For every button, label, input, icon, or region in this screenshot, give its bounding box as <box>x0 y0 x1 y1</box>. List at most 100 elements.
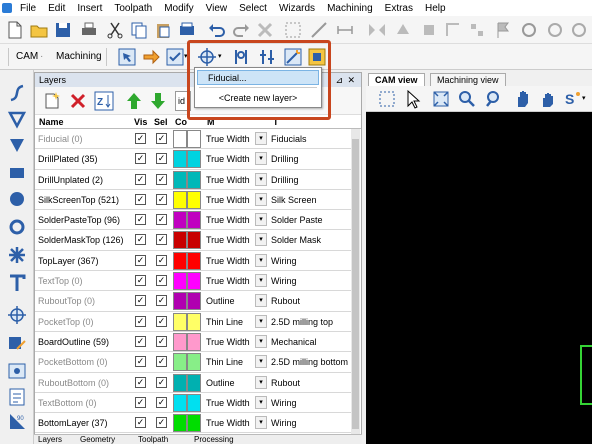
menu-item-create-new-layer[interactable]: <Create new layer> <box>197 91 319 106</box>
layer-type[interactable]: Wiring <box>271 398 297 408</box>
layer-type[interactable]: 2.5D milling top <box>271 317 333 327</box>
mode-dropdown-chevron-icon[interactable]: ▾ <box>255 395 267 409</box>
tab-machining-view[interactable]: Machining view <box>430 73 506 86</box>
col-type[interactable]: T <box>273 117 279 127</box>
grab-hand-icon[interactable] <box>538 88 560 110</box>
mode-dropdown-chevron-icon[interactable]: ▾ <box>255 314 267 328</box>
col-sel[interactable]: Sel <box>154 117 168 127</box>
mode-dropdown-chevron-icon[interactable]: ▾ <box>255 213 267 227</box>
mode-dropdown-chevron-icon[interactable]: ▾ <box>255 253 267 267</box>
col-name[interactable]: Name <box>39 117 64 127</box>
layer-color-swatch[interactable] <box>173 211 187 230</box>
fiducial-chevron-down-icon[interactable]: ▾ <box>218 52 222 60</box>
print-icon[interactable] <box>78 19 100 41</box>
layer-type[interactable]: Wiring <box>271 256 297 266</box>
selectable-checkbox[interactable]: ✓ <box>156 214 167 226</box>
mode-dropdown-chevron-icon[interactable]: ▾ <box>255 233 267 247</box>
layer-row[interactable]: TextBottom (0) ✓ ✓ True Width ▾ Wiring <box>35 393 353 414</box>
layer-type[interactable]: Silk Screen <box>271 195 317 205</box>
wizard-icon[interactable] <box>282 46 304 68</box>
layer-color-swatch-2[interactable] <box>187 190 201 209</box>
layer-color-swatch[interactable] <box>173 393 187 412</box>
rectangle-tool-icon[interactable] <box>6 162 28 184</box>
save-icon[interactable] <box>52 19 74 41</box>
mode-dropdown-chevron-icon[interactable]: ▾ <box>255 172 267 186</box>
visible-checkbox[interactable]: ✓ <box>135 376 146 388</box>
check-tool-icon[interactable] <box>164 46 186 68</box>
menu-help[interactable]: Help <box>419 3 452 14</box>
layer-display-mode[interactable]: True Width <box>206 154 250 164</box>
circle-tool-icon[interactable] <box>6 188 28 210</box>
menu-extras[interactable]: Extras <box>379 3 419 14</box>
rotate-icon[interactable] <box>418 19 440 41</box>
layer-row[interactable]: SolderMaskTop (126) ✓ ✓ True Width ▾ Solder M… <box>35 230 353 251</box>
layer-display-mode[interactable]: Outline <box>206 296 235 306</box>
stop-icon[interactable] <box>544 19 566 41</box>
visible-checkbox[interactable]: ✓ <box>135 234 146 246</box>
redo-icon[interactable] <box>230 19 252 41</box>
chevron-down-icon[interactable]: ▾ <box>184 52 188 60</box>
snap-icon[interactable]: S <box>562 88 584 110</box>
tab-layers[interactable]: Layers <box>38 435 62 444</box>
layer-row[interactable]: PocketTop (0) ✓ ✓ Thin Line ▾ 2.5D milling to… <box>35 312 353 332</box>
selectable-checkbox[interactable]: ✓ <box>156 315 167 327</box>
col-color[interactable]: Co <box>175 117 187 127</box>
layer-color-swatch-2[interactable] <box>187 272 201 291</box>
layers-scrollbar[interactable] <box>351 129 360 443</box>
layer-display-mode[interactable]: True Width <box>206 235 250 245</box>
layer-color-swatch-2[interactable] <box>187 292 201 311</box>
layer-display-mode[interactable]: True Width <box>206 276 250 286</box>
move-down-icon[interactable] <box>147 90 169 112</box>
selectable-checkbox[interactable]: ✓ <box>156 396 167 408</box>
fiducial-crosshair-icon[interactable] <box>196 46 218 68</box>
box-select-icon[interactable] <box>376 88 398 110</box>
scrollbar-thumb[interactable] <box>352 139 359 429</box>
visible-checkbox[interactable]: ✓ <box>135 275 146 287</box>
mode-dropdown-chevron-icon[interactable]: ▾ <box>255 152 267 166</box>
layer-display-mode[interactable]: True Width <box>206 134 250 144</box>
visible-checkbox[interactable]: ✓ <box>135 173 146 185</box>
layer-color-swatch-2[interactable] <box>187 231 201 250</box>
selectable-checkbox[interactable]: ✓ <box>156 193 167 205</box>
selectable-checkbox[interactable]: ✓ <box>156 133 167 144</box>
layer-color-swatch[interactable] <box>173 170 187 189</box>
selectable-checkbox[interactable]: ✓ <box>156 295 167 307</box>
visible-checkbox[interactable]: ✓ <box>135 315 146 327</box>
layer-color-swatch[interactable] <box>173 190 187 209</box>
measure-icon[interactable] <box>334 19 356 41</box>
layer-type[interactable]: 2.5D milling bottom <box>271 357 348 367</box>
layer-color-swatch[interactable] <box>173 150 187 169</box>
selectable-checkbox[interactable]: ✓ <box>156 275 167 287</box>
layer-color-swatch-2[interactable] <box>187 353 201 372</box>
align-icon[interactable] <box>256 46 278 68</box>
layer-settings-icon[interactable] <box>306 46 328 68</box>
layer-type[interactable]: Rubout <box>271 296 300 306</box>
selectable-checkbox[interactable]: ✓ <box>156 234 167 246</box>
fiducial-tool-icon[interactable] <box>6 304 28 326</box>
layer-display-mode[interactable]: True Width <box>206 337 250 347</box>
tab-geometry[interactable]: Geometry <box>80 435 115 444</box>
layer-color-swatch[interactable] <box>173 332 187 351</box>
menu-file[interactable]: File <box>14 3 42 14</box>
layer-type[interactable]: Mechanical <box>271 337 317 347</box>
layer-filter-input[interactable]: id <box>175 91 191 111</box>
flip-icon[interactable] <box>392 19 414 41</box>
copy-icon[interactable] <box>128 19 150 41</box>
move-up-icon[interactable] <box>123 90 145 112</box>
mode-dropdown-chevron-icon[interactable]: ▾ <box>255 375 267 389</box>
menu-machining[interactable]: Machining <box>321 3 379 14</box>
tab-toolpath[interactable]: Toolpath <box>138 435 168 444</box>
visible-checkbox[interactable]: ✓ <box>135 335 146 347</box>
layer-row[interactable]: RuboutBottom (0) ✓ ✓ Outline ▾ Rubout <box>35 373 353 393</box>
layer-color-swatch-2[interactable] <box>187 393 201 412</box>
refresh-icon[interactable] <box>518 19 540 41</box>
layer-color-swatch-2[interactable] <box>187 150 201 169</box>
tab-processing[interactable]: Processing <box>194 435 234 444</box>
layer-color-swatch[interactable] <box>173 414 187 433</box>
layer-color-swatch-2[interactable] <box>187 130 201 148</box>
selectable-checkbox[interactable]: ✓ <box>156 254 167 266</box>
layer-row[interactable]: Fiducial (0) ✓ ✓ True Width ▾ Fiducials <box>35 129 353 150</box>
visible-checkbox[interactable]: ✓ <box>135 153 146 165</box>
layer-display-mode[interactable]: Thin Line <box>206 357 243 367</box>
visible-checkbox[interactable]: ✓ <box>135 254 146 266</box>
